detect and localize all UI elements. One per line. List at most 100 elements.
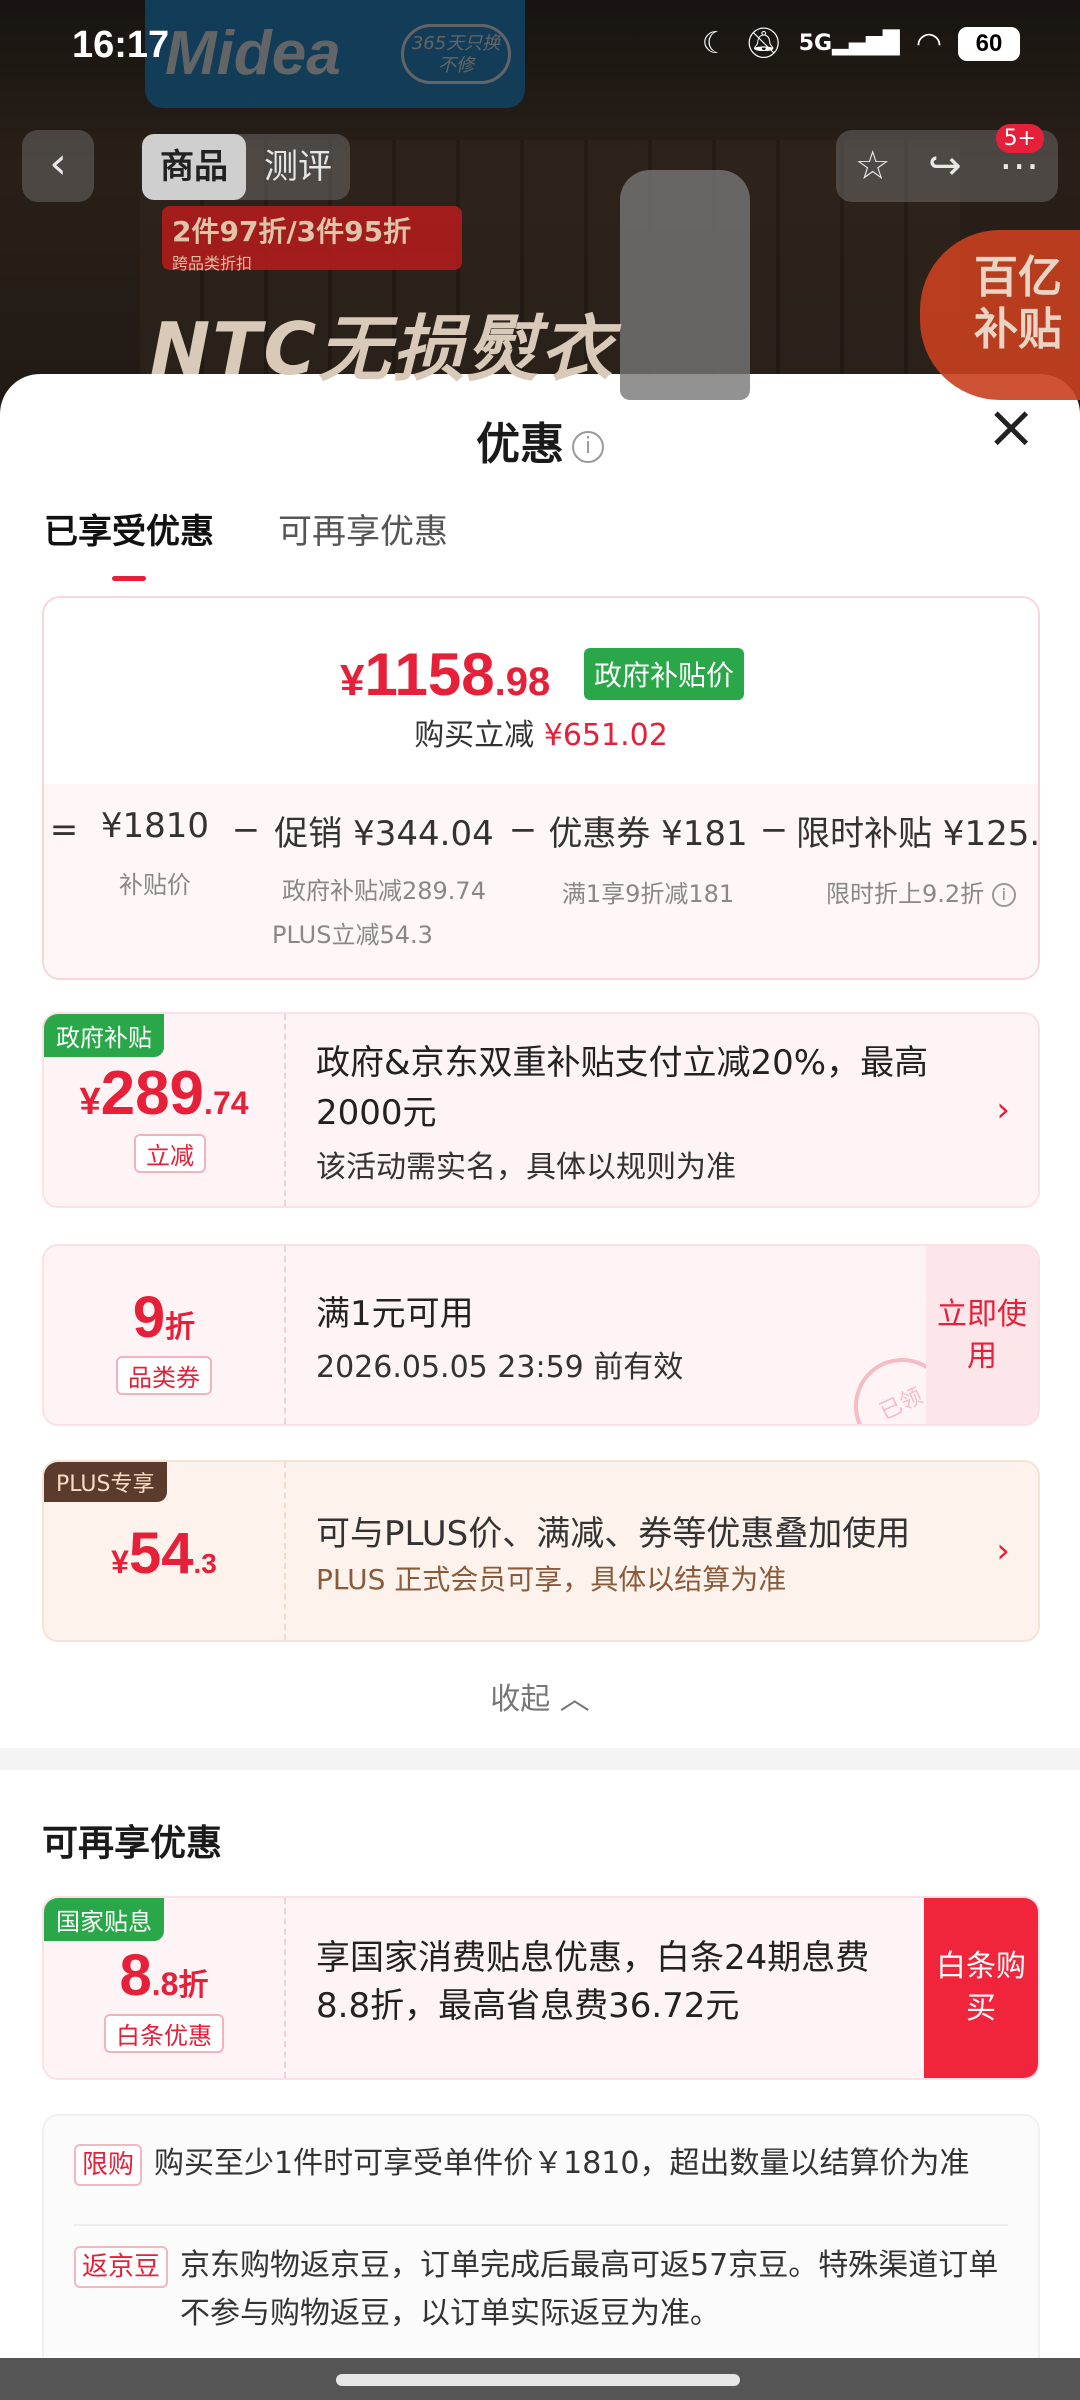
savings-amount: ¥651.02 <box>543 718 668 753</box>
gov-subsidy-card[interactable]: ¥289.74 立减 政府补贴 政府&京东双重补贴支付立减20%，最高2000元… <box>42 1012 1040 1208</box>
coupon-card-left: 9折 品类券 <box>44 1246 286 1424</box>
flash-detail: 限时折上9.2折 i <box>796 873 1038 915</box>
coupon-discount: 9折 <box>44 1284 284 1351</box>
collapse-button[interactable]: 收起 ︿ <box>0 1674 1080 1718</box>
more-discounts-title: 可再享优惠 <box>42 1823 223 1864</box>
amount-decimal: .74 <box>204 1085 249 1121</box>
wifi-icon: ◠ <box>915 26 942 61</box>
tab-applied-discounts[interactable]: 已享受优惠 <box>44 504 214 581</box>
tab-review[interactable]: 测评 <box>246 134 350 200</box>
chevron-up-icon: ︿ <box>559 1682 590 1717</box>
currency-symbol: ¥ <box>340 656 365 705</box>
status-bar: 16:17 ☾ 🔕︎ 5G▂▄▆█ ◠ 60 <box>0 0 1080 96</box>
plus-card-body: 可与PLUS价、满减、券等优惠叠加使用 PLUS 正式会员可享，具体以结算为准 <box>316 1462 978 1640</box>
promo-sub: 跨品类折扣 <box>172 254 253 273</box>
battery-icon: 60 <box>958 26 1020 61</box>
amount-integer: 54 <box>128 1521 194 1586</box>
share-icon[interactable]: ↪ <box>928 143 962 189</box>
base-price: ¥1810 <box>100 806 210 846</box>
sheet-title-text: 优惠 <box>476 419 564 470</box>
tab-more-discounts[interactable]: 可再享优惠 <box>278 504 448 553</box>
baitiao-buy-button[interactable]: 白条购买 <box>924 1898 1038 2078</box>
amount-decimal: .3 <box>193 1548 217 1579</box>
amount-integer: 289 <box>100 1059 205 1128</box>
coupon-condition: 满1元可用 <box>316 1294 474 1334</box>
rule-tag: 返京豆 <box>74 2246 169 2288</box>
total-savings: 购买立减 ¥651.02 <box>44 710 1038 754</box>
section-divider <box>0 1748 1080 1770</box>
info-icon[interactable]: i <box>991 883 1016 907</box>
minus-sign: − <box>508 810 538 850</box>
plus-exclusive-card[interactable]: ¥54.3 PLUS专享 可与PLUS价、满减、券等优惠叠加使用 PLUS 正式… <box>42 1460 1040 1642</box>
national-interest-tag: 国家贴息 <box>44 1898 164 1941</box>
category-coupon-chip: 品类券 <box>116 1356 212 1395</box>
final-price-integer: 1158 <box>364 641 495 708</box>
minus-sign: − <box>231 810 261 850</box>
close-icon: × <box>986 392 1037 462</box>
sheet-title: 优惠 i <box>0 408 1080 472</box>
moon-icon: ☾ <box>701 26 729 61</box>
gov-card-desc: 该活动需实名，具体以规则为准 <box>316 1150 736 1185</box>
chevron-right-icon: › <box>996 1090 1010 1130</box>
chevron-right-icon: › <box>996 1531 1010 1571</box>
discount-integer: 8 <box>119 1943 152 2008</box>
discount-value: 9 <box>132 1285 166 1350</box>
use-now-button[interactable]: 立即使用 <box>926 1246 1038 1424</box>
plus-card-desc: PLUS 正式会员可享，具体以结算为准 <box>316 1563 787 1596</box>
close-button[interactable]: × <box>986 397 1036 457</box>
promo-amount: 促销 ¥344.04 <box>274 814 494 854</box>
nav-actions: ☆ ↪ ⋯ 5+ <box>836 124 1058 202</box>
discount-unit: 折 <box>178 1969 209 2002</box>
hero-title: NTC无损熨衣 <box>150 307 615 391</box>
currency-symbol: ¥ <box>111 1544 129 1580</box>
discount-unit: 折 <box>165 1311 196 1344</box>
favorite-star-icon[interactable]: ☆ <box>855 143 891 189</box>
home-indicator[interactable] <box>336 2374 740 2386</box>
final-price: ¥1158.98 <box>340 640 550 709</box>
national-card-title: 享国家消费贴息优惠，白条24期息费8.8折，最高省息费36.72元 <box>316 1938 870 2026</box>
national-discount: 8.8折 <box>44 1942 284 2009</box>
rule-item: 限购 购买至少1件时可享受单件价￥1810，超出数量以结算价为准 <box>74 2140 1008 2188</box>
price-breakdown: = ¥1810 补贴价 − 促销 ¥344.04 政府补贴减289.74 PLU… <box>44 784 1040 978</box>
plus-exclusive-tag: PLUS专享 <box>44 1462 167 1502</box>
mute-icon: 🔕︎ <box>744 26 783 61</box>
discount-decimal: .8 <box>151 1966 179 2002</box>
signal-icon: 5G▂▄▆█ <box>798 31 900 56</box>
base-price-label: 补贴价 <box>119 871 191 899</box>
equals-sign: = <box>49 810 79 850</box>
chevron-left-icon: ‹ <box>49 138 67 189</box>
final-price-decimal: .98 <box>494 660 551 704</box>
back-button[interactable]: ‹ <box>22 130 94 202</box>
breakdown-row: = ¥1810 补贴价 − 促销 ¥344.04 政府补贴减289.74 PLU… <box>44 806 1040 957</box>
savings-label: 购买立减 <box>414 718 535 753</box>
breakdown-promo: 促销 ¥344.04 政府补贴减289.74 PLUS立减54.3 <box>266 806 502 957</box>
tab-product[interactable]: 商品 <box>142 134 246 200</box>
rule-tag: 限购 <box>74 2144 143 2186</box>
promo-main: 2件97折/3件95折 <box>172 215 412 248</box>
instant-discount-chip: 立减 <box>134 1134 206 1173</box>
coupon-expiry: 2026.05.05 23:59 前有效 <box>316 1350 684 1385</box>
price-summary: ¥1158.98 政府补贴价 购买立减 ¥651.02 = ¥1810 补贴价 … <box>42 596 1040 980</box>
info-icon[interactable]: i <box>572 431 604 463</box>
national-interest-card: 8.8折 白条优惠 国家贴息 享国家消费贴息优惠，白条24期息费8.8折，最高省… <box>42 1896 1040 2080</box>
minus-sign: − <box>759 810 789 850</box>
rule-text: 购买至少1件时可享受单件价￥1810，超出数量以结算价为准 <box>154 2146 970 2181</box>
baitiao-discount-chip: 白条优惠 <box>104 2014 224 2053</box>
rule-item: 返京豆 京东购物返京豆，订单完成后最高可返57京豆。特殊渠道订单不参与购物返豆，以… <box>74 2242 1008 2338</box>
message-badge: 5+ <box>995 124 1044 153</box>
product-tabs: 商品 测评 <box>142 134 350 200</box>
rule-text: 京东购物返京豆，订单完成后最高可返57京豆。特殊渠道订单不参与购物返豆，以订单实… <box>180 2248 999 2331</box>
plus-card-title: 可与PLUS价、满减、券等优惠叠加使用 <box>316 1514 911 1554</box>
promo-detail-plus: PLUS立减54.3 <box>272 921 433 949</box>
status-time: 16:17 <box>72 24 170 66</box>
coupon-card-body: 满1元可用 2026.05.05 23:59 前有效 <box>316 1246 928 1424</box>
divider <box>74 2224 1008 2226</box>
discount-tabs: 已享受优惠 可再享优惠 <box>44 504 448 581</box>
promo-detail-gov: 政府补贴减289.74 <box>282 877 486 905</box>
gov-subsidy-amount: ¥289.74 <box>44 1058 284 1129</box>
gov-card-title: 政府&京东双重补贴支付立减20%，最高2000元 <box>316 1043 929 1133</box>
product-nav: ‹ 商品 测评 ☆ ↪ ⋯ 5+ <box>0 124 1080 210</box>
breakdown-base: ¥1810 补贴价 <box>84 806 226 906</box>
gov-card-body: 政府&京东双重补贴支付立减20%，最高2000元 该活动需实名，具体以规则为准 <box>316 1014 948 1206</box>
flash-subsidy-amount: 限时补贴 ¥125.9 <box>796 814 1040 854</box>
